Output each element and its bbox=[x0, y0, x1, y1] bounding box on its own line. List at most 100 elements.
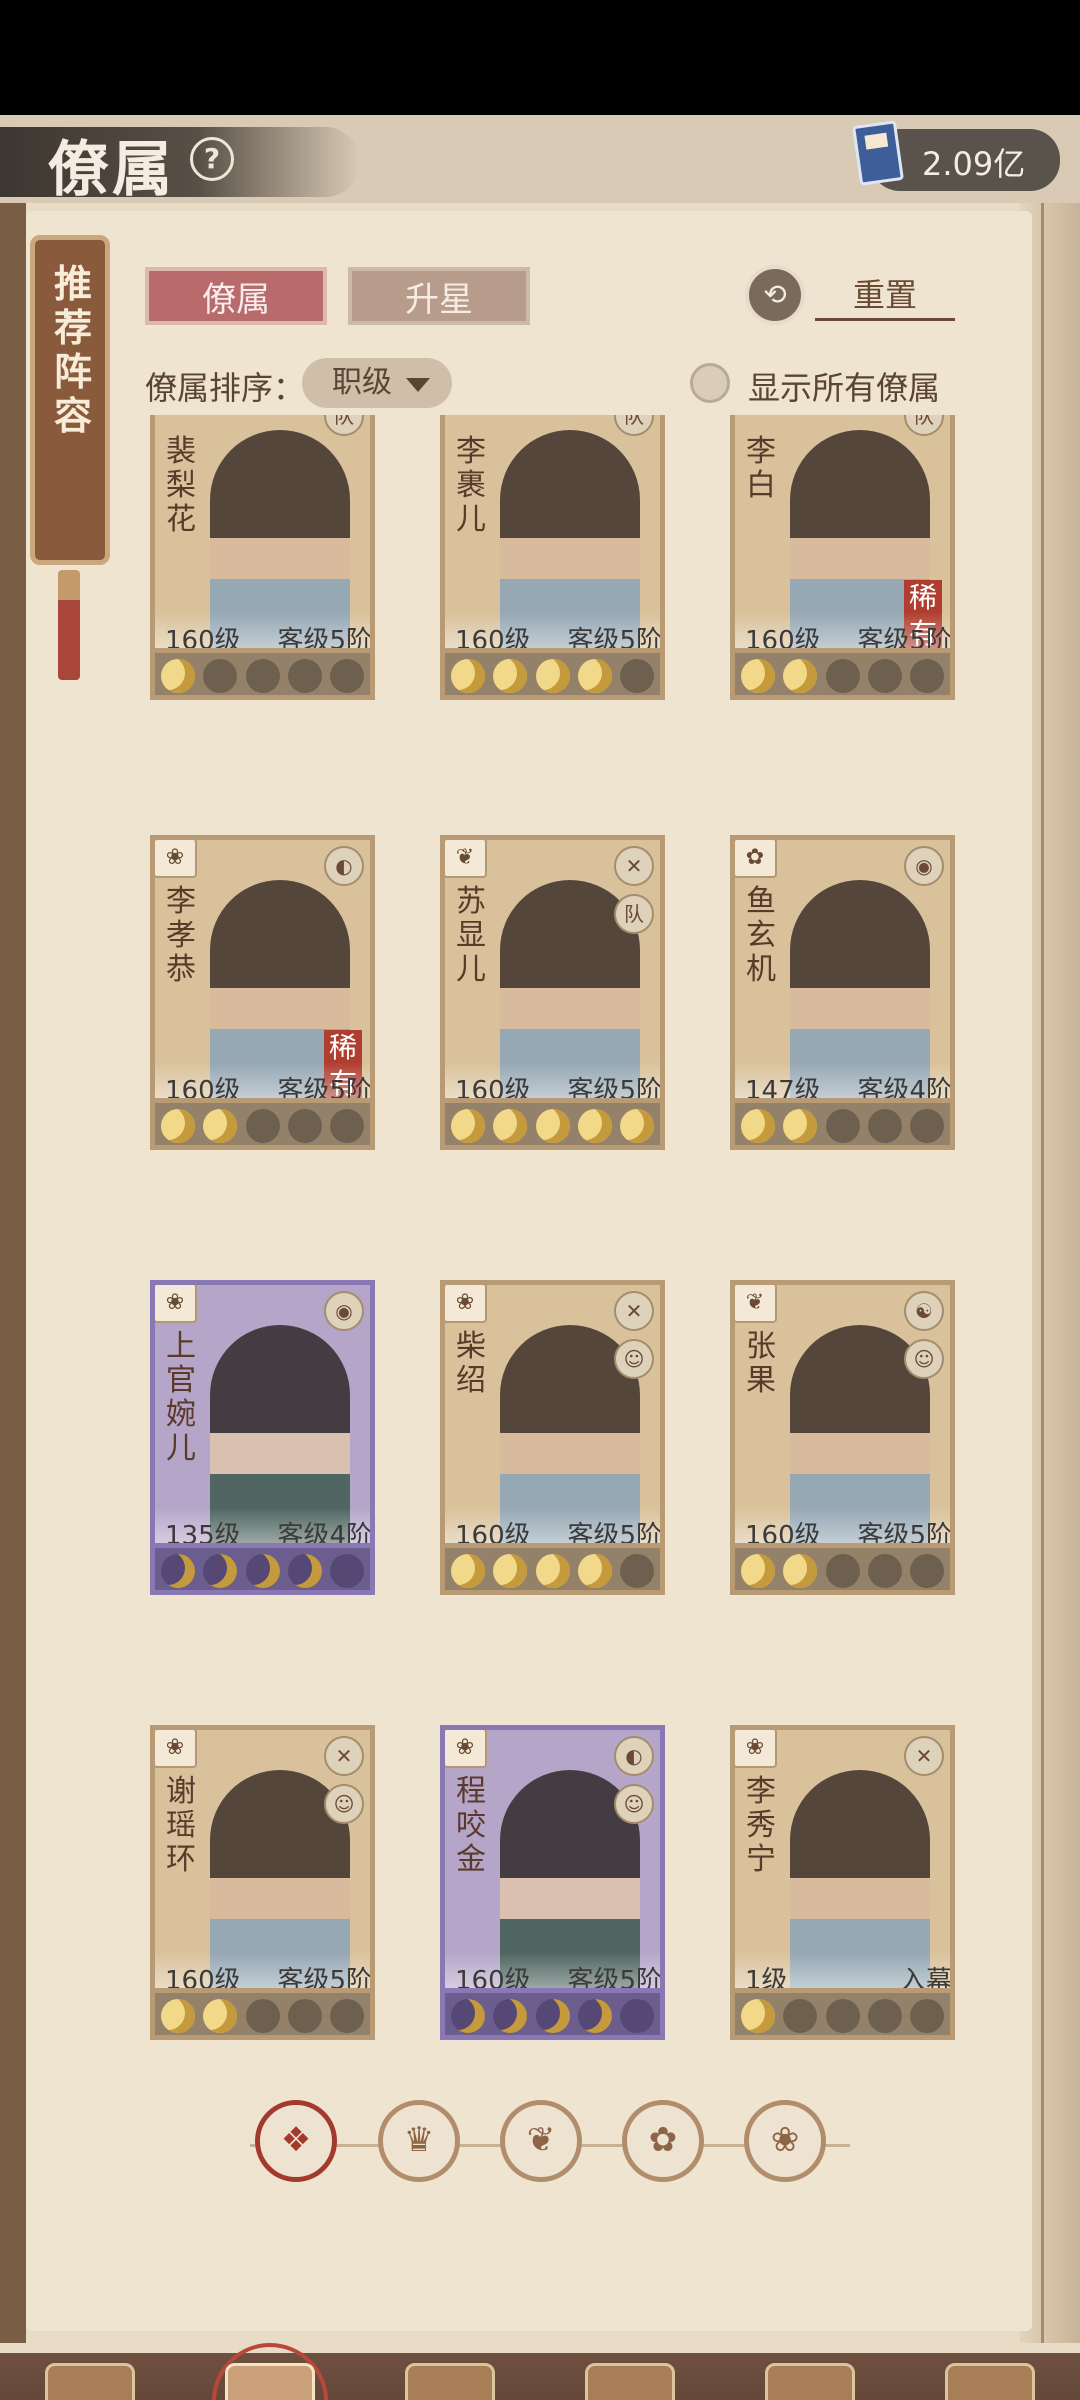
moon-icon bbox=[287, 1999, 322, 2033]
card-portrait: ❀ 上官婉儿 ◉ 135级 客级4阶 bbox=[150, 1280, 375, 1548]
nav-item[interactable]: 州 bbox=[550, 2353, 710, 2400]
star-moons bbox=[440, 653, 665, 700]
filter-all-icon[interactable]: ❖ bbox=[255, 2100, 337, 2182]
filter-bell-icon[interactable]: ♛ bbox=[378, 2100, 460, 2182]
show-all-label[interactable]: 显示所有僚属 bbox=[748, 363, 940, 409]
card-level: 160级 bbox=[455, 1076, 531, 1103]
moon-icon bbox=[620, 1554, 654, 1588]
star-moons bbox=[440, 1548, 665, 1595]
card-level: 160级 bbox=[745, 626, 821, 653]
subordinate-card[interactable]: 李裹儿 队 160级 客级5阶 bbox=[440, 415, 665, 700]
moon-icon bbox=[577, 1109, 612, 1143]
show-all-checkbox[interactable] bbox=[690, 363, 730, 403]
reset-label: 重置 bbox=[815, 269, 955, 321]
nav-item[interactable]: 九州 bbox=[910, 2353, 1070, 2400]
role-icon: ✕ bbox=[324, 1736, 364, 1776]
faction-icon: ✿ bbox=[735, 840, 777, 878]
nav-item[interactable]: 县邑 bbox=[10, 2353, 170, 2400]
card-stats: 160级 客级5阶 bbox=[735, 612, 950, 653]
moon-icon bbox=[783, 1554, 818, 1588]
moon-icon bbox=[287, 659, 322, 693]
subordinate-card[interactable]: 李白队稀有160级客级5阶 bbox=[730, 415, 955, 700]
card-level: 1级 bbox=[745, 1966, 788, 1993]
card-rank: 客级5阶 bbox=[857, 1521, 952, 1548]
reset-button[interactable]: ⟲ 重置 bbox=[745, 265, 955, 325]
refresh-icon: ⟲ bbox=[745, 265, 805, 325]
moon-icon bbox=[330, 1109, 364, 1143]
recommended-lineup-button[interactable]: 推荐阵容 bbox=[30, 235, 110, 565]
subordinate-card[interactable]: ❀ 柴绍 ✕ ☺ 160级 客级5阶 bbox=[440, 1280, 665, 1595]
subordinate-card[interactable]: 裴梨花 队 160级 客级5阶 bbox=[150, 415, 375, 700]
role-icon: ◐ bbox=[614, 1736, 654, 1776]
card-portrait: ❀ 谢瑶环 ✕ ☺ 160级 客级5阶 bbox=[150, 1725, 375, 1993]
star-moons bbox=[150, 1548, 375, 1595]
moon-icon bbox=[783, 659, 818, 693]
nav-picture-icon bbox=[945, 2363, 1035, 2400]
sort-dropdown[interactable]: 职级 bbox=[302, 358, 452, 408]
moon-icon bbox=[535, 1109, 570, 1143]
moon-icon bbox=[867, 659, 902, 693]
subordinate-card[interactable]: ✿ 鱼玄机 ◉ 147级 客级4阶 bbox=[730, 835, 955, 1150]
card-name: 裴梨花 bbox=[166, 434, 196, 537]
subordinate-card[interactable]: ❦ 张果 ☯ ☺ 160级 客级5阶 bbox=[730, 1280, 955, 1595]
currency-display[interactable]: 2.09亿 bbox=[852, 120, 1060, 191]
subordinate-card[interactable]: ❦ 苏显儿 ✕ 队 160级 客级5阶 bbox=[440, 835, 665, 1150]
moon-icon bbox=[287, 1554, 322, 1588]
role-icon: ✕ bbox=[614, 846, 654, 886]
star-moons bbox=[730, 1993, 955, 2040]
subordinate-card[interactable]: ❀ 李秀宁 ✕ 1级 入幕 bbox=[730, 1725, 955, 2040]
moon-icon bbox=[620, 659, 654, 693]
card-portrait: ❀ 柴绍 ✕ ☺ 160级 客级5阶 bbox=[440, 1280, 665, 1548]
moon-icon bbox=[825, 1999, 860, 2033]
faction-icon: ❀ bbox=[735, 1730, 777, 1768]
help-icon[interactable]: ? bbox=[190, 137, 234, 181]
page-title: 僚属 bbox=[48, 135, 176, 205]
card-portrait: ❀ 李秀宁 ✕ 1级 入幕 bbox=[730, 1725, 955, 1993]
filter-fan-icon[interactable]: ✿ bbox=[622, 2100, 704, 2182]
faction-icon: ❀ bbox=[155, 840, 197, 878]
nav-item[interactable]: 僚属 bbox=[190, 2343, 350, 2400]
card-stats: 160级 客级5阶 bbox=[445, 1952, 660, 1988]
star-moons bbox=[150, 653, 375, 700]
filter-gourd-icon[interactable]: ❦ bbox=[500, 2100, 582, 2182]
moon-icon bbox=[783, 1999, 818, 2033]
card-stats: 160级 客级5阶 bbox=[445, 1507, 662, 1548]
tab-star-up[interactable]: 升星 bbox=[348, 267, 530, 325]
role-icon: ◉ bbox=[904, 846, 944, 886]
companion-icon: ☺ bbox=[614, 1339, 654, 1379]
moon-icon bbox=[161, 1999, 195, 2033]
book-spine bbox=[0, 203, 26, 2343]
nav-item[interactable]: 城郊 bbox=[730, 2353, 890, 2400]
subordinate-card[interactable]: ❀李孝恭◐稀有160级客级5阶 bbox=[150, 835, 375, 1150]
moon-icon bbox=[535, 1554, 570, 1588]
role-icon: ✕ bbox=[614, 1291, 654, 1331]
tab-subordinates[interactable]: 僚属 bbox=[145, 267, 327, 325]
star-moons bbox=[730, 653, 955, 700]
card-rank: 客级5阶 bbox=[567, 1521, 662, 1548]
card-name: 李秀宁 bbox=[746, 1774, 776, 1877]
companion-icon: ☺ bbox=[614, 1784, 654, 1824]
filter-lion-icon[interactable]: ❀ bbox=[744, 2100, 826, 2182]
sort-value: 职级 bbox=[332, 365, 392, 400]
card-rank: 客级5阶 bbox=[277, 626, 372, 653]
moon-icon bbox=[161, 659, 195, 693]
subordinate-card[interactable]: ❀ 上官婉儿 ◉ 135级 客级4阶 bbox=[150, 1280, 375, 1595]
card-name: 苏显儿 bbox=[456, 884, 486, 987]
moon-icon bbox=[741, 1554, 775, 1588]
card-level: 160级 bbox=[165, 1966, 241, 1993]
card-stats: 135级 客级4阶 bbox=[155, 1507, 370, 1543]
card-rank: 客级4阶 bbox=[857, 1076, 952, 1103]
card-stats: 160级 客级5阶 bbox=[155, 612, 372, 653]
subordinate-card[interactable]: ❀ 谢瑶环 ✕ ☺ 160级 客级5阶 bbox=[150, 1725, 375, 2040]
moon-icon bbox=[203, 1109, 238, 1143]
companion-icon: ☺ bbox=[324, 1784, 364, 1824]
card-portrait: ✿ 鱼玄机 ◉ 147级 客级4阶 bbox=[730, 835, 955, 1103]
moon-icon bbox=[741, 1109, 775, 1143]
subordinate-card[interactable]: ❀ 程咬金 ◐ ☺ 160级 客级5阶 bbox=[440, 1725, 665, 2040]
moon-icon bbox=[825, 1109, 860, 1143]
card-stats: 1级 入幕 bbox=[735, 1952, 950, 1993]
moon-icon bbox=[783, 1109, 818, 1143]
card-portrait: 李裹儿 队 160级 客级5阶 bbox=[440, 415, 665, 653]
moon-icon bbox=[910, 1999, 944, 2033]
nav-item[interactable]: 政务 bbox=[370, 2353, 530, 2400]
